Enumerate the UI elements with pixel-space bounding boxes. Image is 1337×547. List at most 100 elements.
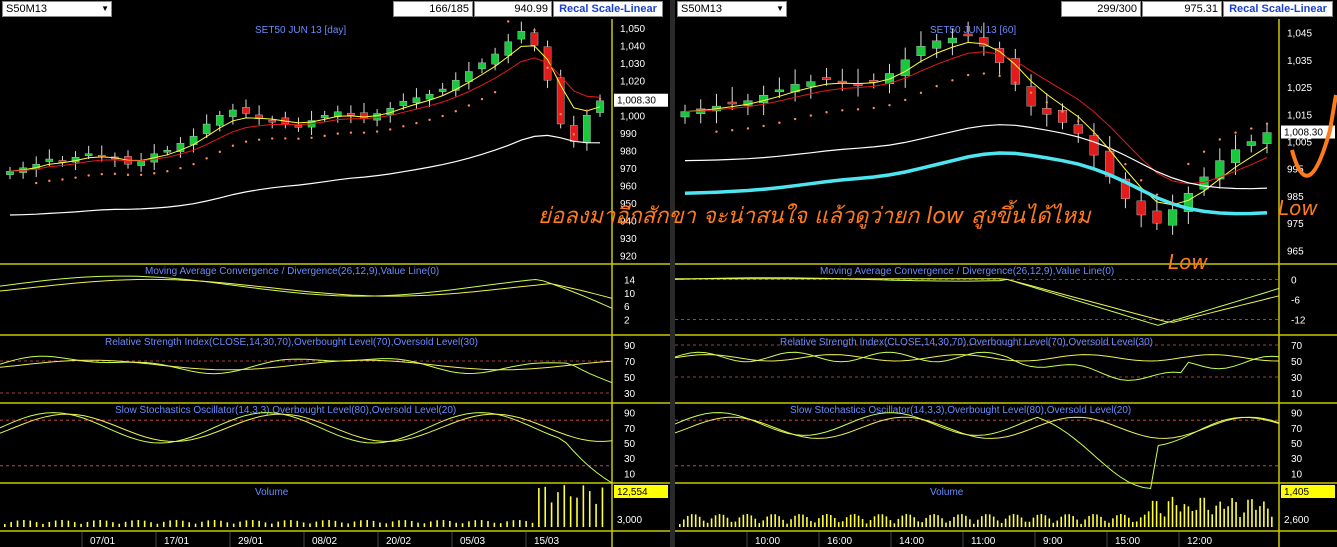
sar-dot [310, 136, 313, 139]
volume-bar [802, 514, 804, 527]
volume-bar [1100, 516, 1102, 527]
volume-bar [718, 514, 721, 527]
volume-bar [1151, 500, 1154, 527]
volume-bar [1104, 520, 1106, 527]
volume-bar [449, 520, 451, 527]
sar-dot [533, 29, 536, 32]
candle-27 [360, 112, 368, 119]
volume-bar [698, 516, 701, 527]
sar-dot [1014, 81, 1017, 84]
volume-bar [372, 520, 375, 527]
candle-8 [806, 81, 816, 87]
price-tick-label: 1,030 [620, 59, 645, 70]
price-tick-label: 960 [620, 181, 637, 192]
sar-dot [467, 104, 471, 107]
volume-bar [175, 520, 178, 527]
volume-bar [1235, 502, 1237, 527]
price-tick-label: 1,035 [1287, 56, 1312, 67]
symbol-dropdown[interactable]: S50M13 ▼ [677, 1, 787, 17]
volume-bar [770, 514, 772, 527]
volume-bar [271, 523, 273, 527]
volume-bar [86, 521, 89, 527]
sar-dot [904, 98, 907, 102]
volume-bar [1219, 501, 1221, 527]
sar-dot [297, 137, 300, 140]
volume-bar [826, 514, 828, 527]
sar-dot [598, 97, 602, 101]
volume-bar [893, 523, 896, 527]
sar-dot [825, 111, 828, 114]
date-label: 15:00 [1115, 536, 1140, 547]
volume-bar [54, 520, 57, 527]
candle-44 [583, 115, 591, 144]
volume-bar [429, 521, 432, 527]
volume-bar [833, 517, 836, 527]
sar-dot [284, 137, 287, 140]
volume-bar [1028, 521, 1031, 527]
volume-bar [67, 520, 70, 527]
volume-bar [93, 520, 95, 527]
symbol-dropdown[interactable]: S50M13 ▼ [2, 1, 112, 17]
recal-scale-button[interactable]: Recal Scale-Linear [553, 1, 663, 17]
sar-dot [585, 109, 589, 112]
volume-bar [290, 520, 292, 527]
sar-dot [48, 179, 51, 183]
candle-22 [1026, 86, 1036, 107]
sar-dot [793, 117, 797, 121]
volume-bar [1016, 514, 1019, 527]
sar-dot [113, 172, 117, 176]
candle-18 [242, 107, 250, 114]
macd-tick-label: 6 [624, 302, 630, 313]
chevron-down-icon[interactable]: ▼ [776, 2, 784, 16]
volume-bar [953, 516, 955, 527]
sar-dot [951, 79, 954, 82]
volume-bar [1072, 516, 1074, 527]
candle-36 [478, 62, 486, 70]
price-title: SET50 JUN 13 [60] [930, 25, 1016, 36]
candle-0 [6, 171, 14, 175]
volume-bar [410, 520, 413, 527]
sar-dot [1029, 91, 1033, 94]
volume-bar [340, 522, 343, 527]
volume-bar [16, 520, 19, 527]
stoch-tick-label: 10 [624, 469, 636, 480]
stoch-line-1 [0, 412, 613, 484]
volume-bar [782, 519, 784, 527]
macd-tick-label: -12 [1291, 316, 1306, 327]
volume-bar [417, 522, 419, 527]
volume-bar [595, 503, 597, 527]
sar-dot [966, 73, 970, 77]
volume-bar [379, 522, 381, 527]
volume-bar [750, 515, 753, 527]
chevron-down-icon[interactable]: ▼ [101, 2, 109, 16]
volume-tick-label: 2,600 [1284, 515, 1309, 526]
volume-bar [722, 514, 725, 527]
volume-bar [829, 515, 832, 527]
macd-line-2 [0, 278, 613, 299]
volume-bar [754, 518, 757, 527]
sar-dot [271, 137, 274, 140]
volume-bar [1191, 510, 1194, 527]
volume-bar [1048, 518, 1051, 527]
chart-area-daily: SET50 JUN 13 [day] 1,050 1,040 1,030 1,020 1,… [0, 19, 670, 547]
volume-bar [877, 514, 880, 527]
sar-dot [323, 134, 326, 138]
volume-bar [1064, 514, 1067, 527]
chart-window-daily: S50M13 ▼ 166/185 940.99 Recal Scale-Linea… [0, 0, 670, 547]
sar-dot [375, 130, 379, 133]
sar-dot [998, 74, 1001, 78]
candle-9 [822, 77, 832, 80]
volume-bar [99, 520, 101, 527]
sar-dot [1265, 122, 1269, 125]
recal-scale-button[interactable]: Recal Scale-Linear [1223, 1, 1333, 17]
volume-bar [309, 523, 311, 527]
volume-bar [857, 515, 860, 527]
sar-dot [1250, 127, 1253, 130]
candle-0 [680, 111, 690, 118]
candle-15 [202, 123, 211, 134]
toolbar-daily: S50M13 ▼ 166/185 940.99 Recal Scale-Linea… [0, 0, 670, 19]
volume-bar [156, 523, 159, 527]
volume-bar [436, 520, 438, 527]
volume-bar [601, 487, 604, 527]
volume-bar [762, 520, 765, 527]
